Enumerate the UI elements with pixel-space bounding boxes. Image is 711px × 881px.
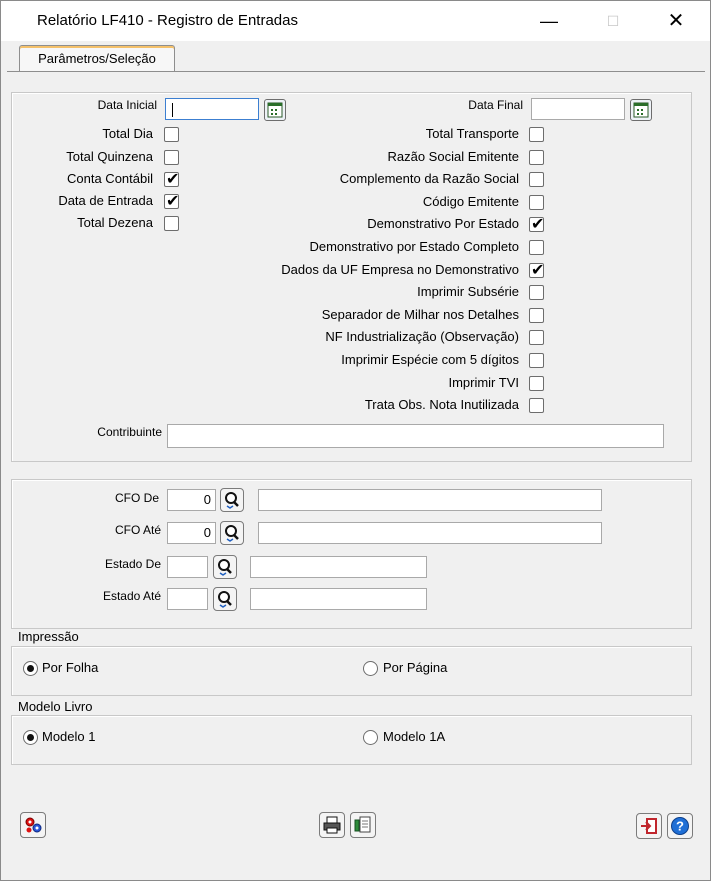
cfo-ate-description[interactable]: [258, 522, 602, 544]
right-option-label: Trata Obs. Nota Inutilizada: [364, 397, 519, 412]
right-option-label: Razão Social Emitente: [387, 149, 519, 164]
data-final-input[interactable]: [531, 98, 625, 120]
data-inicial-input[interactable]: [165, 98, 259, 120]
modelo-1-radio[interactable]: [23, 730, 38, 745]
right-option-checkbox[interactable]: [529, 308, 544, 323]
left-option-label: Conta Contábil: [67, 171, 153, 186]
contribuinte-input[interactable]: [167, 424, 664, 448]
right-option-label: Imprimir Espécie com 5 dígitos: [341, 352, 519, 367]
estado-de-input[interactable]: [167, 556, 208, 578]
right-option-label: NF Industrialização (Observação): [325, 329, 519, 344]
right-option-checkbox[interactable]: [529, 195, 544, 210]
left-option-checkbox[interactable]: [164, 150, 179, 165]
cfo-ate-input[interactable]: 0: [167, 522, 216, 544]
exit-button[interactable]: [636, 813, 662, 839]
right-option-checkbox[interactable]: [529, 127, 544, 142]
por-pagina-label[interactable]: Por Página: [383, 660, 447, 675]
estado-de-label: Estado De: [104, 557, 161, 571]
impressao-group: [11, 646, 692, 696]
exit-icon: [641, 818, 657, 834]
maximize-button[interactable]: ☐: [590, 7, 636, 37]
modelo-1a-label[interactable]: Modelo 1A: [383, 729, 445, 744]
magnifier-icon: [218, 591, 232, 608]
estado-ate-input[interactable]: [167, 588, 208, 610]
cfo-de-description[interactable]: [258, 489, 602, 511]
calendar-icon: [633, 102, 649, 118]
report-window: Relatório LF410 - Registro de Entradas —…: [0, 0, 711, 881]
magnifier-icon: [218, 559, 232, 576]
estado-de-lookup-button[interactable]: [213, 555, 237, 579]
modelo-1-label[interactable]: Modelo 1: [42, 729, 95, 744]
modelo-livro-legend: Modelo Livro: [15, 699, 96, 714]
por-folha-radio[interactable]: [23, 661, 38, 676]
right-option-checkbox[interactable]: [529, 330, 544, 345]
print-button[interactable]: [319, 812, 345, 838]
magnifier-icon: [225, 492, 239, 509]
close-button[interactable]: ✕: [653, 7, 699, 37]
data-inicial-label: Data Inicial: [97, 98, 157, 112]
right-option-label: Demonstrativo por Estado Completo: [309, 239, 519, 254]
right-option-checkbox[interactable]: [529, 240, 544, 255]
right-option-checkbox[interactable]: [529, 150, 544, 165]
modelo-livro-group: [11, 715, 692, 765]
right-option-label: Total Transporte: [425, 126, 519, 141]
cfo-ate-label: CFO Até: [114, 523, 161, 537]
estado-ate-label: Estado Até: [102, 589, 161, 603]
right-option-checkbox[interactable]: [529, 353, 544, 368]
right-option-label: Imprimir TVI: [448, 375, 519, 390]
left-option-checkbox[interactable]: [164, 191, 179, 211]
right-option-checkbox[interactable]: [529, 260, 544, 280]
right-option-label: Imprimir Subsérie: [417, 284, 519, 299]
por-folha-label[interactable]: Por Folha: [42, 660, 98, 675]
data-final-calendar-button[interactable]: [630, 99, 652, 121]
right-option-checkbox[interactable]: [529, 172, 544, 187]
estado-ate-lookup-button[interactable]: [213, 587, 237, 611]
left-option-checkbox[interactable]: [164, 216, 179, 231]
right-option-label: Demonstrativo Por Estado: [367, 216, 519, 231]
print-settings-button[interactable]: [350, 812, 376, 838]
right-option-label: Complemento da Razão Social: [339, 171, 519, 186]
modelo-1a-radio[interactable]: [363, 730, 378, 745]
right-option-checkbox[interactable]: [529, 398, 544, 413]
tab-divider: [7, 71, 705, 72]
left-option-label: Data de Entrada: [58, 193, 153, 208]
cfo-ate-lookup-button[interactable]: [220, 521, 244, 545]
cfo-de-input[interactable]: 0: [167, 489, 216, 511]
help-icon: ?: [671, 817, 689, 835]
right-option-checkbox[interactable]: [529, 285, 544, 300]
por-pagina-radio[interactable]: [363, 661, 378, 676]
magnifier-icon: [225, 525, 239, 542]
left-option-label: Total Dia: [102, 126, 153, 141]
data-inicial-calendar-button[interactable]: [264, 99, 286, 121]
window-title: Relatório LF410 - Registro de Entradas: [37, 12, 298, 29]
left-option-label: Total Quinzena: [66, 149, 153, 164]
title-bar: Relatório LF410 - Registro de Entradas —…: [1, 1, 710, 41]
print-icon: [323, 816, 341, 834]
right-option-label: Código Emitente: [422, 194, 519, 209]
calendar-icon: [267, 102, 283, 118]
estado-ate-description[interactable]: [250, 588, 427, 610]
cfo-de-lookup-button[interactable]: [220, 488, 244, 512]
contribuinte-label: Contribuinte: [97, 425, 162, 439]
left-option-checkbox[interactable]: [164, 127, 179, 142]
data-final-label: Data Final: [468, 98, 523, 112]
options-group: [11, 92, 692, 462]
svg-text:?: ?: [676, 819, 684, 834]
right-option-label: Dados da UF Empresa no Demonstrativo: [281, 262, 519, 277]
execute-gears-icon: [25, 817, 42, 833]
right-option-checkbox[interactable]: [529, 214, 544, 234]
cfo-de-label: CFO De: [114, 491, 159, 505]
left-option-label: Total Dezena: [77, 215, 153, 230]
right-option-checkbox[interactable]: [529, 376, 544, 391]
impressao-legend: Impressão: [15, 629, 82, 644]
minimize-button[interactable]: —: [526, 7, 572, 37]
help-button[interactable]: ?: [667, 813, 693, 839]
print-settings-icon: [354, 816, 371, 833]
text-caret: [172, 103, 173, 117]
execute-button[interactable]: [20, 812, 46, 838]
left-option-checkbox[interactable]: [164, 169, 179, 189]
estado-de-description[interactable]: [250, 556, 427, 578]
right-option-label: Separador de Milhar nos Detalhes: [321, 307, 519, 322]
tab-parametros-selecao[interactable]: Parâmetros/Seleção: [19, 45, 175, 71]
